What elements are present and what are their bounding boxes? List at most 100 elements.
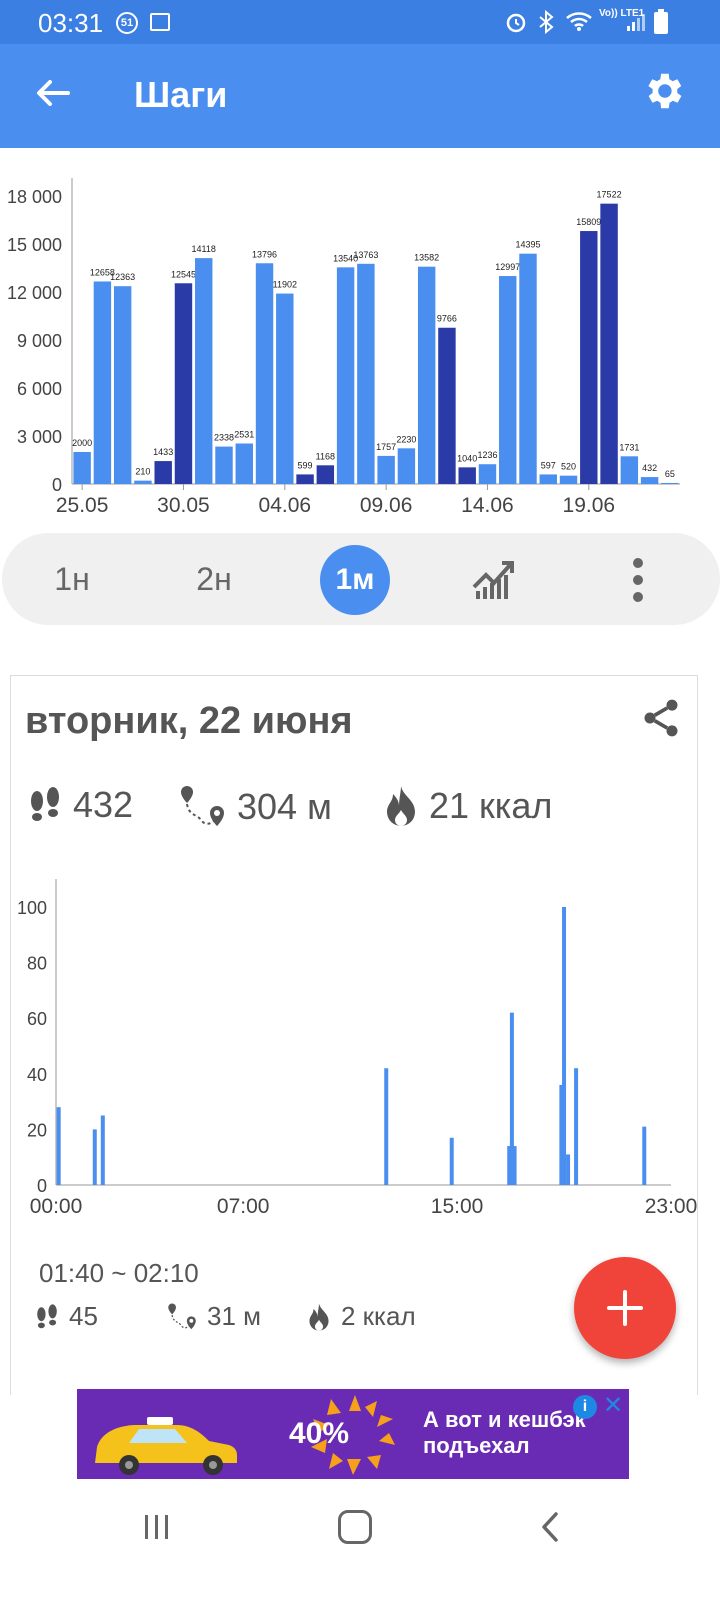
x-tick-label: 04.06 bbox=[259, 494, 312, 517]
interval-time: 01:40 ~ 02:10 bbox=[39, 1258, 199, 1288]
x-tick-label: 30.05 bbox=[157, 494, 210, 517]
bar bbox=[642, 1126, 647, 1185]
bar bbox=[384, 1068, 389, 1185]
bar bbox=[397, 448, 416, 484]
bluetooth-icon bbox=[539, 10, 554, 34]
interval-calories: 2 ккал bbox=[305, 1301, 416, 1332]
bar bbox=[519, 253, 537, 484]
x-tick-label: 25.05 bbox=[56, 494, 109, 517]
bar-value-label: 520 bbox=[561, 462, 576, 472]
interval-calories-value: 2 ккал bbox=[341, 1301, 416, 1331]
bar bbox=[235, 443, 253, 484]
bar bbox=[478, 464, 497, 484]
ad-info-icon[interactable]: i bbox=[573, 1395, 597, 1419]
bar bbox=[458, 467, 476, 484]
x-tick-label: 14.06 bbox=[461, 494, 514, 517]
x-tick-label: 09.06 bbox=[360, 494, 413, 517]
bar bbox=[357, 263, 375, 484]
range-1-month[interactable]: 1м bbox=[320, 545, 390, 615]
bar bbox=[600, 203, 618, 484]
x-tick-label: 00:00 bbox=[30, 1195, 83, 1218]
back-arrow-icon[interactable] bbox=[30, 70, 76, 116]
bar bbox=[73, 452, 91, 484]
trend-chart-icon[interactable] bbox=[472, 557, 520, 601]
flame-icon bbox=[387, 786, 415, 826]
steps-value: 432 bbox=[73, 784, 134, 825]
x-tick-label: 07:00 bbox=[217, 1195, 270, 1218]
bar bbox=[438, 327, 456, 484]
footprints-icon bbox=[37, 1303, 57, 1328]
y-tick-label: 100 bbox=[17, 898, 47, 918]
recent-apps-icon[interactable] bbox=[142, 1512, 172, 1542]
bar-value-label: 1236 bbox=[477, 450, 497, 460]
interval-distance-value: 31 м bbox=[207, 1301, 262, 1331]
y-tick-label: 20 bbox=[27, 1120, 47, 1140]
bar bbox=[417, 266, 436, 484]
route-icon bbox=[181, 786, 224, 826]
y-tick-label: 0 bbox=[52, 475, 62, 495]
app-bar: Шаги bbox=[0, 44, 720, 148]
bar-value-label: 597 bbox=[541, 460, 556, 470]
bar bbox=[92, 1129, 97, 1185]
bar bbox=[539, 474, 557, 484]
bar bbox=[100, 1115, 105, 1185]
bar-value-label: 2531 bbox=[234, 430, 254, 440]
bar bbox=[566, 1154, 571, 1185]
status-time: 03:31 bbox=[38, 8, 104, 38]
y-tick-label: 80 bbox=[27, 954, 47, 974]
bar bbox=[562, 907, 567, 1185]
system-nav-bar bbox=[0, 1480, 720, 1600]
bar bbox=[449, 1137, 454, 1185]
range-selector: 1н 2н 1м bbox=[2, 533, 720, 625]
range-2-weeks[interactable]: 2н bbox=[174, 533, 254, 625]
bar bbox=[93, 281, 112, 484]
daily-steps-chart[interactable]: 100 80 60 40 20 000:00 07:00 15:00 23:00 bbox=[11, 871, 699, 1231]
bar bbox=[296, 474, 314, 484]
ad-line-1: А вот и кешбэк bbox=[423, 1407, 586, 1432]
ad-banner[interactable]: 40% А вот и кешбэк подъехал i ✕ bbox=[77, 1389, 629, 1479]
bar-value-label: 17522 bbox=[597, 190, 622, 200]
bar-value-label: 9766 bbox=[437, 314, 457, 324]
share-icon[interactable] bbox=[639, 696, 683, 740]
x-tick-label: 15:00 bbox=[431, 1195, 484, 1218]
page-title: Шаги bbox=[134, 74, 228, 115]
bar-value-label: 1731 bbox=[619, 442, 639, 452]
bar bbox=[56, 1107, 61, 1185]
bar-value-label: 1433 bbox=[153, 447, 173, 457]
day-title: вторник, 22 июня bbox=[25, 700, 353, 742]
y-tick-label: 3 000 bbox=[17, 427, 62, 447]
bar bbox=[255, 263, 274, 484]
gear-icon[interactable] bbox=[640, 68, 686, 114]
more-vertical-icon[interactable] bbox=[626, 555, 650, 605]
bar bbox=[113, 286, 132, 484]
y-tick-label: 12 000 bbox=[7, 283, 62, 303]
y-tick-label: 15 000 bbox=[7, 235, 62, 255]
y-tick-label: 40 bbox=[27, 1065, 47, 1085]
x-tick-label: 23:00 bbox=[645, 1195, 698, 1218]
nav-back-icon[interactable] bbox=[538, 1510, 562, 1544]
route-icon bbox=[168, 1303, 196, 1329]
alarm-icon bbox=[506, 13, 526, 33]
bar bbox=[276, 293, 294, 484]
bar bbox=[154, 461, 172, 484]
add-button[interactable] bbox=[574, 1257, 676, 1359]
home-icon[interactable] bbox=[338, 1510, 372, 1544]
bar-value-label: 11902 bbox=[273, 280, 297, 290]
footprints-icon bbox=[31, 787, 59, 821]
calories-stat: 21 ккал bbox=[381, 784, 552, 828]
bar-value-label: 12363 bbox=[110, 272, 135, 282]
bar-value-label: 2000 bbox=[72, 438, 92, 448]
wifi-icon bbox=[566, 12, 592, 31]
y-tick-label: 60 bbox=[27, 1009, 47, 1029]
interval-steps: 45 bbox=[33, 1301, 98, 1332]
ad-close-icon[interactable]: ✕ bbox=[601, 1393, 625, 1419]
bar-value-label: 2338 bbox=[214, 433, 234, 443]
range-1-week[interactable]: 1н bbox=[32, 533, 112, 625]
bar-value-label: 14118 bbox=[192, 244, 216, 254]
bar bbox=[336, 267, 355, 484]
bar bbox=[134, 480, 152, 484]
bar bbox=[559, 475, 578, 484]
bar bbox=[620, 456, 639, 484]
monthly-steps-chart[interactable]: 18 000 15 000 12 000 9 000 6 000 3 000 0 2000 12… bbox=[0, 160, 720, 530]
ad-discount: 40% bbox=[289, 1417, 350, 1450]
